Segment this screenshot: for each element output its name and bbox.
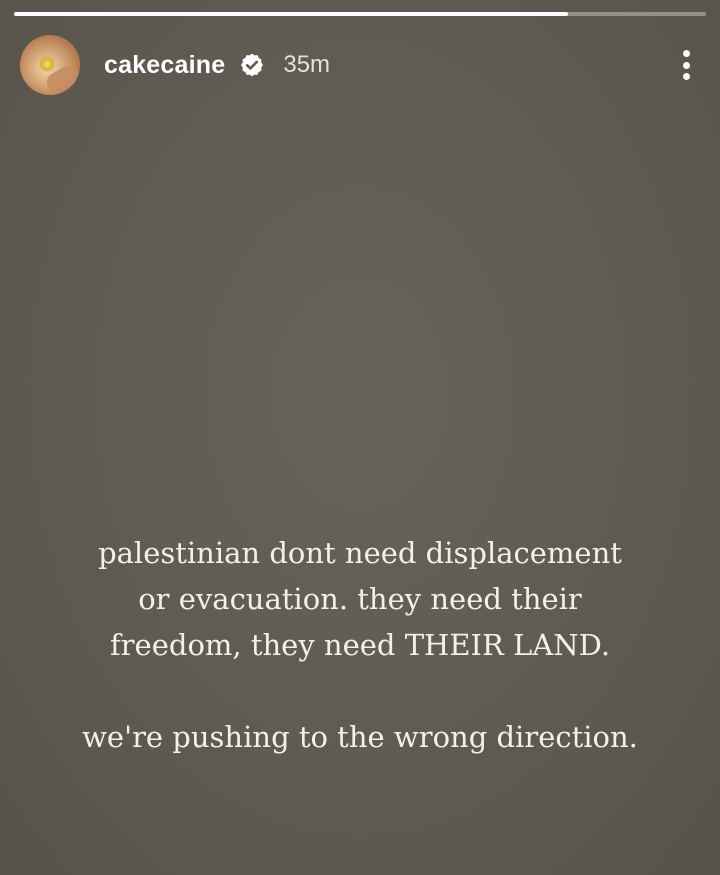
caption-line: or evacuation. they need their bbox=[138, 582, 582, 616]
avatar[interactable] bbox=[20, 35, 80, 95]
more-options-button[interactable] bbox=[674, 44, 698, 86]
story-caption: palestinian dont need displacement or ev… bbox=[0, 530, 720, 760]
more-vertical-icon bbox=[682, 73, 690, 80]
caption-line: freedom, they need THEIR LAND. bbox=[109, 628, 611, 662]
caption-line: palestinian dont need displacement bbox=[98, 536, 622, 570]
story-progress-fill bbox=[14, 12, 568, 16]
more-vertical-icon bbox=[682, 50, 690, 57]
story-header: cakecaine 35m bbox=[20, 32, 700, 98]
story-viewer[interactable]: cakecaine 35m palestinian dont need disp… bbox=[0, 0, 720, 875]
username[interactable]: cakecaine bbox=[104, 51, 225, 80]
story-progress-bar bbox=[14, 12, 706, 16]
flower-icon bbox=[38, 55, 56, 73]
post-time: 35m bbox=[283, 51, 331, 78]
more-vertical-icon bbox=[682, 61, 690, 69]
caption-line: we're pushing to the wrong direction. bbox=[82, 720, 638, 754]
verified-badge-icon bbox=[241, 53, 264, 77]
